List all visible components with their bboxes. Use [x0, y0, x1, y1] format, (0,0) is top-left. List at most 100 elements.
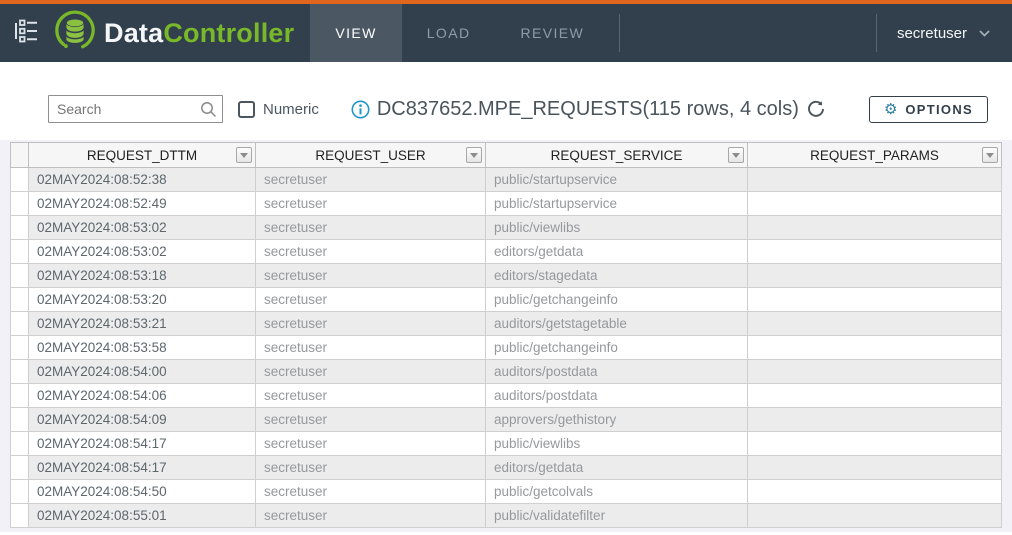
- row-number-cell[interactable]: [11, 192, 29, 216]
- table-cell[interactable]: auditors/getstagetable: [486, 312, 748, 336]
- table-cell[interactable]: public/getchangeinfo: [486, 288, 748, 312]
- table-cell[interactable]: [748, 336, 1002, 360]
- table-cell[interactable]: editors/stagedata: [486, 264, 748, 288]
- table-cell[interactable]: public/startupservice: [486, 192, 748, 216]
- row-number-cell[interactable]: [11, 432, 29, 456]
- table-cell[interactable]: secretuser: [256, 288, 486, 312]
- table-cell[interactable]: [748, 192, 1002, 216]
- table-row[interactable]: 02MAY2024:08:53:20secretuserpublic/getch…: [11, 288, 1002, 312]
- row-number-cell[interactable]: [11, 312, 29, 336]
- column-filter-button[interactable]: [236, 147, 252, 163]
- column-filter-button[interactable]: [728, 147, 744, 163]
- table-cell[interactable]: [748, 432, 1002, 456]
- row-number-cell[interactable]: [11, 240, 29, 264]
- table-cell[interactable]: secretuser: [256, 384, 486, 408]
- table-cell[interactable]: 02MAY2024:08:55:01: [29, 504, 256, 528]
- table-row[interactable]: 02MAY2024:08:54:06secretuserauditors/pos…: [11, 384, 1002, 408]
- table-cell[interactable]: [748, 312, 1002, 336]
- row-number-cell[interactable]: [11, 288, 29, 312]
- table-cell[interactable]: [748, 408, 1002, 432]
- table-cell[interactable]: [748, 264, 1002, 288]
- table-cell[interactable]: 02MAY2024:08:53:02: [29, 240, 256, 264]
- table-cell[interactable]: secretuser: [256, 264, 486, 288]
- table-cell[interactable]: secretuser: [256, 240, 486, 264]
- column-header-request-dttm[interactable]: REQUEST_DTTM: [29, 143, 256, 168]
- row-number-cell[interactable]: [11, 504, 29, 528]
- table-cell[interactable]: 02MAY2024:08:53:18: [29, 264, 256, 288]
- table-cell[interactable]: secretuser: [256, 192, 486, 216]
- tab-review[interactable]: REVIEW: [495, 4, 609, 62]
- nav-menu-button[interactable]: [12, 4, 38, 62]
- row-number-cell[interactable]: [11, 456, 29, 480]
- table-cell[interactable]: [748, 216, 1002, 240]
- table-cell[interactable]: 02MAY2024:08:54:17: [29, 456, 256, 480]
- table-cell[interactable]: public/viewlibs: [486, 432, 748, 456]
- row-number-cell[interactable]: [11, 264, 29, 288]
- row-number-cell[interactable]: [11, 480, 29, 504]
- table-cell[interactable]: editors/getdata: [486, 456, 748, 480]
- row-number-cell[interactable]: [11, 336, 29, 360]
- row-number-cell[interactable]: [11, 408, 29, 432]
- tab-view[interactable]: VIEW: [310, 4, 401, 62]
- table-cell[interactable]: 02MAY2024:08:54:06: [29, 384, 256, 408]
- table-row[interactable]: 02MAY2024:08:53:02secretusereditors/getd…: [11, 240, 1002, 264]
- table-cell[interactable]: 02MAY2024:08:53:21: [29, 312, 256, 336]
- table-cell[interactable]: 02MAY2024:08:53:58: [29, 336, 256, 360]
- tab-load[interactable]: LOAD: [402, 4, 496, 62]
- table-row[interactable]: 02MAY2024:08:53:58secretuserpublic/getch…: [11, 336, 1002, 360]
- table-row[interactable]: 02MAY2024:08:54:50secretuserpublic/getco…: [11, 480, 1002, 504]
- table-cell[interactable]: 02MAY2024:08:54:17: [29, 432, 256, 456]
- table-cell[interactable]: [748, 456, 1002, 480]
- table-cell[interactable]: [748, 240, 1002, 264]
- table-cell[interactable]: 02MAY2024:08:54:00: [29, 360, 256, 384]
- table-cell[interactable]: secretuser: [256, 504, 486, 528]
- table-cell[interactable]: auditors/postdata: [486, 384, 748, 408]
- table-cell[interactable]: secretuser: [256, 312, 486, 336]
- options-button[interactable]: ⚙ OPTIONS: [869, 96, 988, 123]
- table-row[interactable]: 02MAY2024:08:53:18secretusereditors/stag…: [11, 264, 1002, 288]
- table-row[interactable]: 02MAY2024:08:53:21secretuserauditors/get…: [11, 312, 1002, 336]
- table-cell[interactable]: approvers/gethistory: [486, 408, 748, 432]
- search-input[interactable]: [48, 95, 223, 123]
- table-cell[interactable]: public/getchangeinfo: [486, 336, 748, 360]
- table-cell[interactable]: [748, 504, 1002, 528]
- row-number-cell[interactable]: [11, 360, 29, 384]
- table-cell[interactable]: editors/getdata: [486, 240, 748, 264]
- user-menu[interactable]: secretuser: [877, 4, 1012, 62]
- refresh-icon[interactable]: [807, 100, 825, 118]
- table-cell[interactable]: secretuser: [256, 360, 486, 384]
- numeric-checkbox[interactable]: [238, 101, 255, 118]
- table-cell[interactable]: secretuser: [256, 216, 486, 240]
- table-cell[interactable]: public/startupservice: [486, 168, 748, 192]
- table-cell[interactable]: secretuser: [256, 456, 486, 480]
- column-filter-button[interactable]: [466, 147, 482, 163]
- table-cell[interactable]: secretuser: [256, 336, 486, 360]
- table-cell[interactable]: [748, 288, 1002, 312]
- table-row[interactable]: 02MAY2024:08:54:17secretuserpublic/viewl…: [11, 432, 1002, 456]
- info-circle-icon[interactable]: [351, 100, 370, 119]
- table-row[interactable]: 02MAY2024:08:54:09secretuserapprovers/ge…: [11, 408, 1002, 432]
- table-cell[interactable]: [748, 168, 1002, 192]
- table-cell[interactable]: 02MAY2024:08:53:02: [29, 216, 256, 240]
- table-row[interactable]: 02MAY2024:08:52:38secretuserpublic/start…: [11, 168, 1002, 192]
- table-cell[interactable]: secretuser: [256, 408, 486, 432]
- column-filter-button[interactable]: [982, 147, 998, 163]
- table-cell[interactable]: 02MAY2024:08:52:49: [29, 192, 256, 216]
- table-cell[interactable]: 02MAY2024:08:52:38: [29, 168, 256, 192]
- table-cell[interactable]: public/validatefilter: [486, 504, 748, 528]
- column-header-request-service[interactable]: REQUEST_SERVICE: [486, 143, 748, 168]
- table-row[interactable]: 02MAY2024:08:55:01secretuserpublic/valid…: [11, 504, 1002, 528]
- table-cell[interactable]: public/getcolvals: [486, 480, 748, 504]
- table-cell[interactable]: secretuser: [256, 168, 486, 192]
- table-cell[interactable]: [748, 384, 1002, 408]
- table-cell[interactable]: public/viewlibs: [486, 216, 748, 240]
- row-number-cell[interactable]: [11, 216, 29, 240]
- table-cell[interactable]: secretuser: [256, 480, 486, 504]
- table-cell[interactable]: 02MAY2024:08:54:50: [29, 480, 256, 504]
- table-cell[interactable]: 02MAY2024:08:53:20: [29, 288, 256, 312]
- row-number-cell[interactable]: [11, 384, 29, 408]
- table-cell[interactable]: 02MAY2024:08:54:09: [29, 408, 256, 432]
- column-header-request-user[interactable]: REQUEST_USER: [256, 143, 486, 168]
- table-cell[interactable]: secretuser: [256, 432, 486, 456]
- row-number-cell[interactable]: [11, 168, 29, 192]
